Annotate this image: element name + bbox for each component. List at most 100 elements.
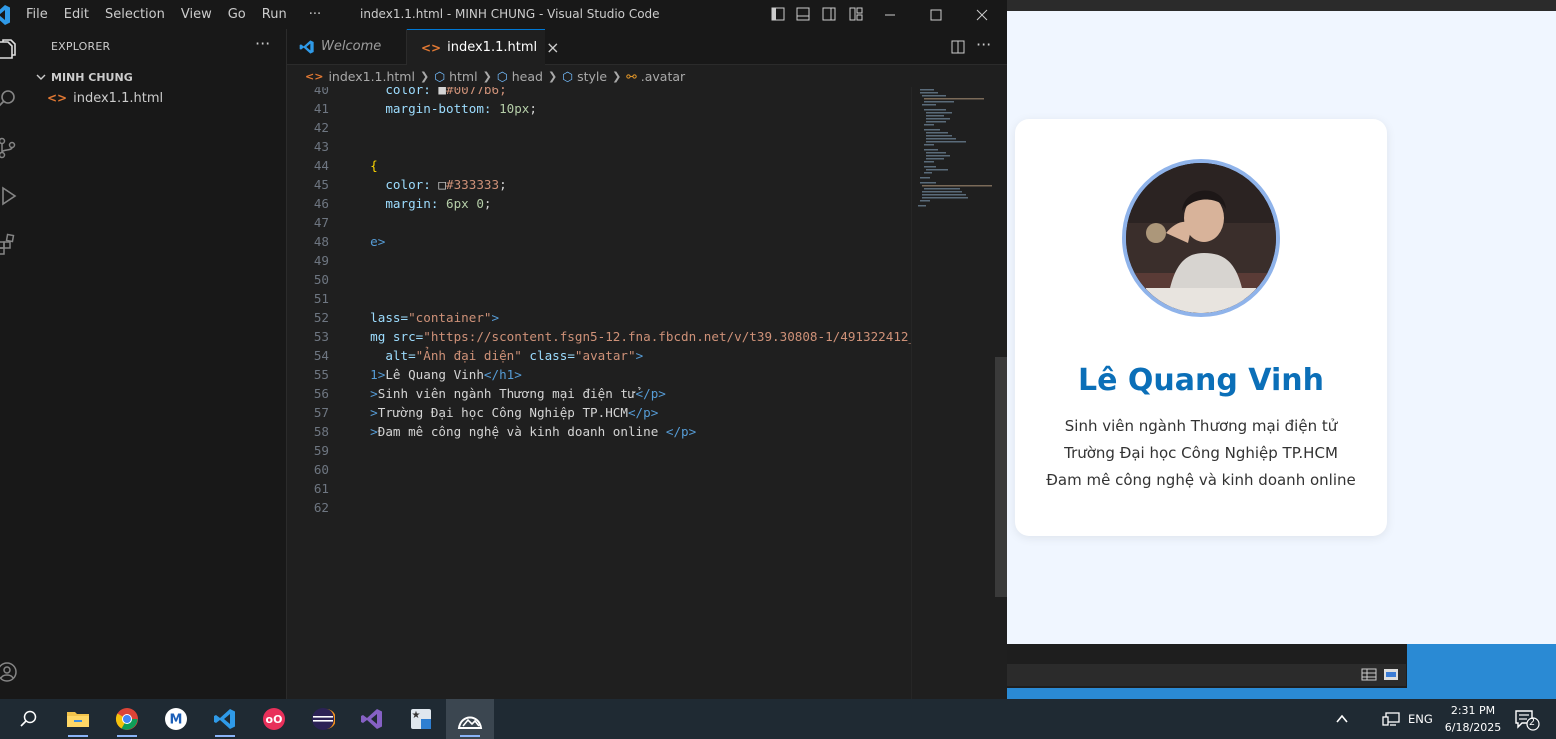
code-line[interactable]: 44 { [287, 156, 911, 175]
close-tab-icon[interactable]: × [546, 38, 559, 57]
code-line[interactable]: 48 e> [287, 232, 911, 251]
line-number: 56 [313, 386, 329, 401]
menu-run[interactable]: Run [254, 0, 295, 29]
chrome-icon [115, 708, 138, 730]
toggle-primary-sidebar-icon[interactable] [771, 7, 785, 21]
code-line[interactable]: 49 [287, 251, 911, 270]
close-window-button[interactable] [960, 0, 1004, 29]
code-line[interactable]: 61 [287, 479, 911, 498]
code-token: ; [529, 101, 537, 116]
menu-go[interactable]: Go [220, 0, 254, 29]
extensions-icon[interactable] [0, 233, 18, 255]
explorer-icon[interactable] [0, 39, 18, 61]
taskbar-chrome[interactable] [103, 699, 151, 739]
customize-layout-icon[interactable] [849, 7, 863, 21]
code-line[interactable]: 60 [287, 460, 911, 479]
code-token: > [355, 386, 378, 401]
tab-label: Welcome [321, 39, 382, 54]
menu-file[interactable]: File [12, 0, 56, 29]
line-number: 58 [313, 424, 329, 439]
code-line[interactable]: 55 1>Lê Quang Vinh</h1> [287, 365, 911, 384]
code-line[interactable]: 51 [287, 289, 911, 308]
line-number: 42 [313, 120, 329, 135]
image-view-icon[interactable] [1383, 668, 1399, 681]
notification-icon[interactable] [1514, 709, 1540, 731]
explorer-more-button[interactable]: ··· [255, 34, 270, 53]
code-line[interactable]: 46 margin: 6px 0; [287, 194, 911, 213]
chevron-up-icon[interactable] [1335, 713, 1349, 725]
taskbar-eclipse[interactable] [299, 699, 347, 739]
code-line[interactable]: 56 >Sinh viên ngành Thương mại điện tử</… [287, 384, 911, 403]
code-line[interactable]: 58 >Đam mê công nghệ và kinh doanh onlin… [287, 422, 911, 441]
folder-icon [67, 712, 89, 727]
breadcrumb-head[interactable]: ⬡ head [497, 69, 543, 84]
notification-count: 2 [1529, 717, 1536, 728]
menu-selection[interactable]: Selection [97, 0, 173, 29]
split-editor-icon[interactable] [951, 40, 965, 54]
clock-date: 6/18/2025 [1444, 721, 1502, 734]
code-line[interactable]: 50 [287, 270, 911, 289]
taskbar-visual-studio[interactable] [348, 699, 396, 739]
code-token: color: [355, 87, 439, 97]
maximize-button[interactable] [914, 0, 958, 29]
file-name: index1.1.html [73, 90, 164, 106]
code-line[interactable]: 41 margin-bottom: 10px; [287, 99, 911, 118]
svg-text:oO: oO [266, 713, 283, 726]
line-number: 45 [313, 177, 329, 192]
source-control-icon[interactable] [0, 137, 18, 159]
minimap-preview [918, 89, 992, 207]
code-line[interactable]: 40 color: ■#0077b6; [287, 87, 911, 99]
code-line[interactable]: 62 [287, 498, 911, 517]
taskbar-app-m[interactable]: M [152, 699, 200, 739]
code-line[interactable]: 52 lass="container"> [287, 308, 911, 327]
grid-view-icon[interactable] [1361, 668, 1377, 681]
minimize-button[interactable] [868, 0, 912, 29]
code-token: 1> [355, 367, 386, 382]
breadcrumb-html[interactable]: ⬡ html [434, 69, 477, 84]
taskbar-app-oo[interactable]: oO [250, 699, 298, 739]
scrollbar-thumb[interactable] [995, 357, 1007, 597]
file-item-index[interactable]: <> index1.1.html [31, 88, 286, 108]
code-line[interactable]: 54 alt="Ảnh đại diện" class="avatar"> [287, 346, 911, 365]
search-icon[interactable] [0, 88, 18, 110]
code-line[interactable]: 53 mg src="https://scontent.fsgn5-12.fna… [287, 327, 911, 346]
menu-more[interactable]: ··· [295, 0, 329, 29]
code-line[interactable]: 59 [287, 441, 911, 460]
menu-view[interactable]: View [173, 0, 220, 29]
taskbar-file-explorer[interactable] [54, 699, 102, 739]
clock[interactable]: 2:31 PM 6/18/2025 [1440, 702, 1506, 736]
breadcrumb-file[interactable]: <> index1.1.html [305, 69, 415, 84]
run-debug-icon[interactable] [0, 185, 18, 207]
folder-row[interactable]: MINH CHUNG [31, 67, 286, 87]
code-line[interactable]: 47 [287, 213, 911, 232]
language-indicator[interactable]: ENG [1408, 699, 1433, 739]
code-line[interactable]: 42 [287, 118, 911, 137]
taskbar-search[interactable] [4, 699, 52, 739]
account-icon[interactable] [0, 661, 18, 683]
browser-preview: Lê Quang Vinh Sinh viên ngành Thương mại… [1007, 11, 1556, 644]
taskbar-vscode[interactable] [201, 699, 249, 739]
line-content: lass="container"> [355, 308, 499, 327]
breadcrumb-style[interactable]: ⬡ style [562, 69, 607, 84]
toggle-secondary-sidebar-icon[interactable] [822, 7, 836, 21]
network-icon[interactable] [1382, 711, 1400, 727]
menu-edit[interactable]: Edit [56, 0, 97, 29]
code-line[interactable]: 45 color: □#333333; [287, 175, 911, 194]
code-editor[interactable]: 40 color: ■#0077b6; 41 margin-bottom: 10p… [287, 87, 911, 699]
minimap[interactable] [911, 87, 996, 699]
code-token: "avatar" [574, 348, 636, 363]
taskbar: M oO ★ ENG 2:31 PM 6/18/2025 2 [0, 699, 1556, 739]
toggle-panel-icon[interactable] [796, 7, 810, 21]
taskbar-app-star[interactable]: ★ [397, 699, 445, 739]
tab-index-html[interactable]: <> index1.1.html × [407, 29, 560, 65]
vscode-window: File Edit Selection View Go Run ··· inde… [0, 0, 1007, 699]
code-line[interactable]: 43 [287, 137, 911, 156]
code-line[interactable]: 57 >Trường Đại học Công Nghiệp TP.HCM</p… [287, 403, 911, 422]
breadcrumb-avatar[interactable]: ⚯ .avatar [626, 69, 685, 84]
code-token: </p> [665, 424, 697, 439]
tab-welcome[interactable]: Welcome [287, 29, 407, 64]
vscode-logo-icon[interactable] [0, 0, 12, 29]
editor-more-button[interactable]: ··· [976, 35, 991, 54]
editor-area: Welcome <> index1.1.html × ··· <> index1.… [287, 29, 1007, 699]
taskbar-photos[interactable] [446, 699, 494, 739]
